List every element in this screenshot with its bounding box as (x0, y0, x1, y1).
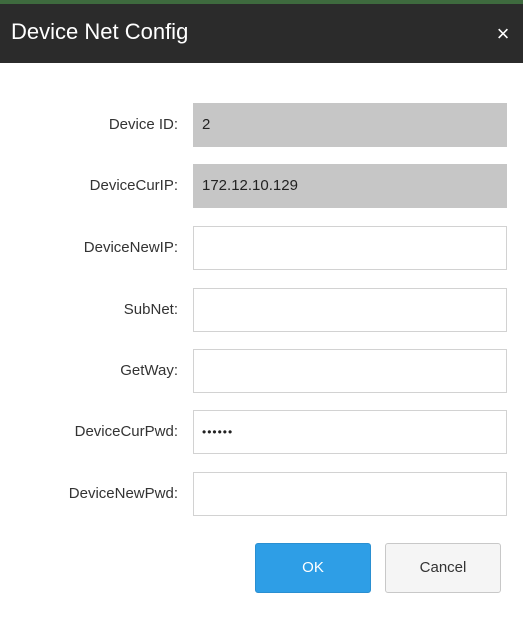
device-new-ip-row: DeviceNewIP: (0, 226, 523, 270)
dialog-title: Device Net Config (11, 19, 189, 44)
device-cur-pwd-input[interactable]: •••••• (193, 410, 507, 454)
gateway-label: GetWay: (120, 362, 178, 379)
device-id-field: 2 (193, 103, 507, 147)
close-icon[interactable]: × (492, 21, 514, 47)
subnet-label: SubNet: (123, 301, 178, 318)
device-new-pwd-row: DeviceNewPwd: (0, 472, 523, 516)
device-id-row: Device ID: 2 (0, 103, 523, 147)
device-cur-ip-row: DeviceCurIP: 172.12.10.129 (0, 164, 523, 208)
gateway-input[interactable] (193, 349, 507, 393)
subnet-row: SubNet: (0, 288, 523, 332)
device-id-label: Device ID: (108, 116, 178, 133)
device-new-pwd-label: DeviceNewPwd: (68, 485, 178, 502)
device-new-ip-label: DeviceNewIP: (83, 239, 178, 256)
cancel-button[interactable]: Cancel (385, 543, 501, 593)
device-cur-ip-label: DeviceCurIP: (89, 177, 178, 194)
device-new-pwd-input[interactable] (193, 472, 507, 516)
device-cur-pwd-label: DeviceCurPwd: (74, 423, 178, 440)
device-cur-pwd-row: DeviceCurPwd: •••••• (0, 410, 523, 454)
gateway-row: GetWay: (0, 349, 523, 393)
dialog-titlebar: Device Net Config × (0, 4, 523, 63)
device-cur-ip-field: 172.12.10.129 (193, 164, 507, 208)
ok-button[interactable]: OK (255, 543, 371, 593)
device-new-ip-input[interactable] (193, 226, 507, 270)
subnet-input[interactable] (193, 288, 507, 332)
device-net-config-dialog: Device Net Config × Device ID: 2 DeviceC… (0, 0, 523, 621)
